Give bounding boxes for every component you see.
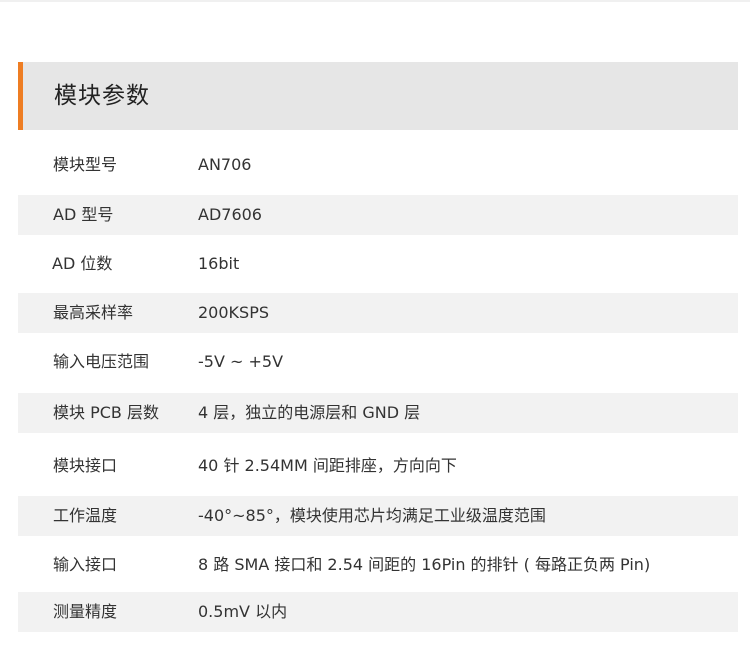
spec-label: AD 位数: [52, 254, 113, 273]
spec-value: 8 路 SMA 接口和 2.54 间距的 16Pin 的排针 ( 每路正负两 P…: [198, 555, 651, 574]
spec-value: 16bit: [198, 254, 240, 273]
spec-row-measurement-accuracy: 测量精度 0.5mV 以内: [18, 592, 738, 632]
section-header: 模块参数: [18, 62, 738, 130]
spec-row-input-voltage-range: 输入电压范围 -5V ~ +5V: [18, 342, 738, 382]
section-title: 模块参数: [54, 83, 150, 109]
spec-row-input-interface: 输入接口 8 路 SMA 接口和 2.54 间距的 16Pin 的排针 ( 每路…: [18, 545, 738, 585]
spec-label: 输入接口: [53, 555, 118, 574]
spec-label: 测量精度: [53, 602, 118, 621]
spec-value: 40 针 2.54MM 间距排座，方向向下: [198, 456, 457, 475]
spec-value: 200KSPS: [198, 303, 269, 322]
spec-label: 模块接口: [53, 456, 118, 475]
spec-label: 输入电压范围: [53, 352, 150, 371]
spec-label: 模块 PCB 层数: [53, 403, 159, 422]
spec-value: -40°~85°，模块使用芯片均满足工业级温度范围: [198, 506, 546, 525]
spec-label: 工作温度: [53, 506, 118, 525]
spec-label: 模块型号: [53, 155, 118, 174]
spec-row-pcb-layers: 模块 PCB 层数 4 层，独立的电源层和 GND 层: [18, 393, 738, 433]
spec-value: AN706: [198, 155, 252, 174]
spec-value: 4 层，独立的电源层和 GND 层: [198, 403, 421, 422]
spec-row-operating-temperature: 工作温度 -40°~85°，模块使用芯片均满足工业级温度范围: [18, 496, 738, 536]
header-accent-bar: [18, 62, 23, 130]
spec-row-ad-model: AD 型号 AD7606: [18, 195, 738, 235]
spec-row-max-sample-rate: 最高采样率 200KSPS: [18, 293, 738, 333]
spec-row-ad-bits: AD 位数 16bit: [18, 244, 738, 284]
spec-row-module-model: 模块型号 AN706: [18, 145, 738, 185]
top-divider: [0, 0, 750, 2]
spec-value: -5V ~ +5V: [198, 352, 284, 371]
spec-label: AD 型号: [53, 205, 114, 224]
spec-value: AD7606: [198, 205, 262, 224]
spec-value: 0.5mV 以内: [198, 602, 288, 621]
spec-row-module-interface: 模块接口 40 针 2.54MM 间距排座，方向向下: [18, 446, 738, 486]
spec-label: 最高采样率: [53, 303, 134, 322]
